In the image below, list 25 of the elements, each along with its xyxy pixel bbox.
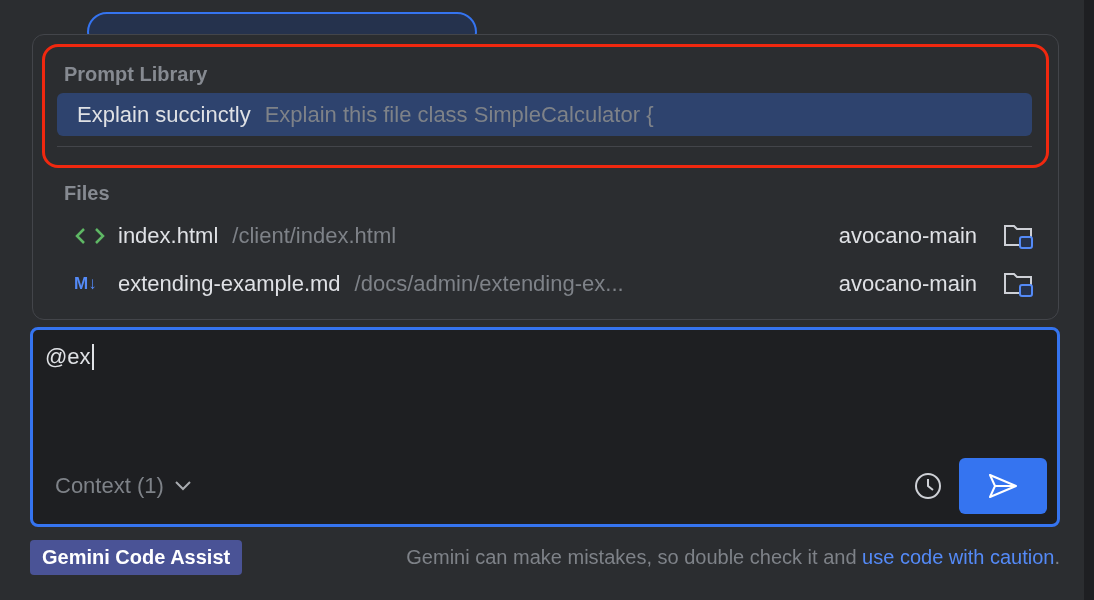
file-path: /client/index.html xyxy=(232,223,397,249)
file-name[interactable]: extending-example.md xyxy=(118,271,341,297)
project-name: avocano-main xyxy=(838,271,977,297)
send-icon xyxy=(988,473,1018,499)
caution-link[interactable]: use code with caution xyxy=(862,546,1055,568)
file-path: /docs/admin/extending-ex... xyxy=(354,271,624,297)
send-button[interactable] xyxy=(959,458,1047,514)
disclaimer-text: Gemini can make mistakes, so double check it and use code with caution. xyxy=(406,546,1060,569)
text-caret xyxy=(91,344,94,370)
prompt-item[interactable]: Explain succinctly Explain this file class SimpleCalculator { xyxy=(57,93,1032,136)
section-header: Prompt Library xyxy=(63,62,209,87)
prompt-input-field[interactable]: @ex Context (1) xyxy=(30,327,1060,527)
history-icon[interactable] xyxy=(913,471,943,501)
file-name[interactable]: index.html xyxy=(118,223,219,249)
markdown-icon: M↓ xyxy=(74,274,106,294)
chevron-down-icon xyxy=(173,480,192,492)
project-name: avocano-main xyxy=(838,223,977,249)
product-badge: Gemini Code Assist xyxy=(30,540,243,575)
prompt-preview: Explain this file class SimpleCalculator { xyxy=(264,101,654,128)
prompt-name: Explain succinctly xyxy=(77,101,251,128)
folder-icon[interactable] xyxy=(1003,270,1035,298)
code-icon xyxy=(74,226,106,246)
context-dropdown[interactable]: Context (1) xyxy=(45,473,192,499)
section-header: Files xyxy=(63,181,111,206)
folder-icon[interactable] xyxy=(1003,222,1035,250)
